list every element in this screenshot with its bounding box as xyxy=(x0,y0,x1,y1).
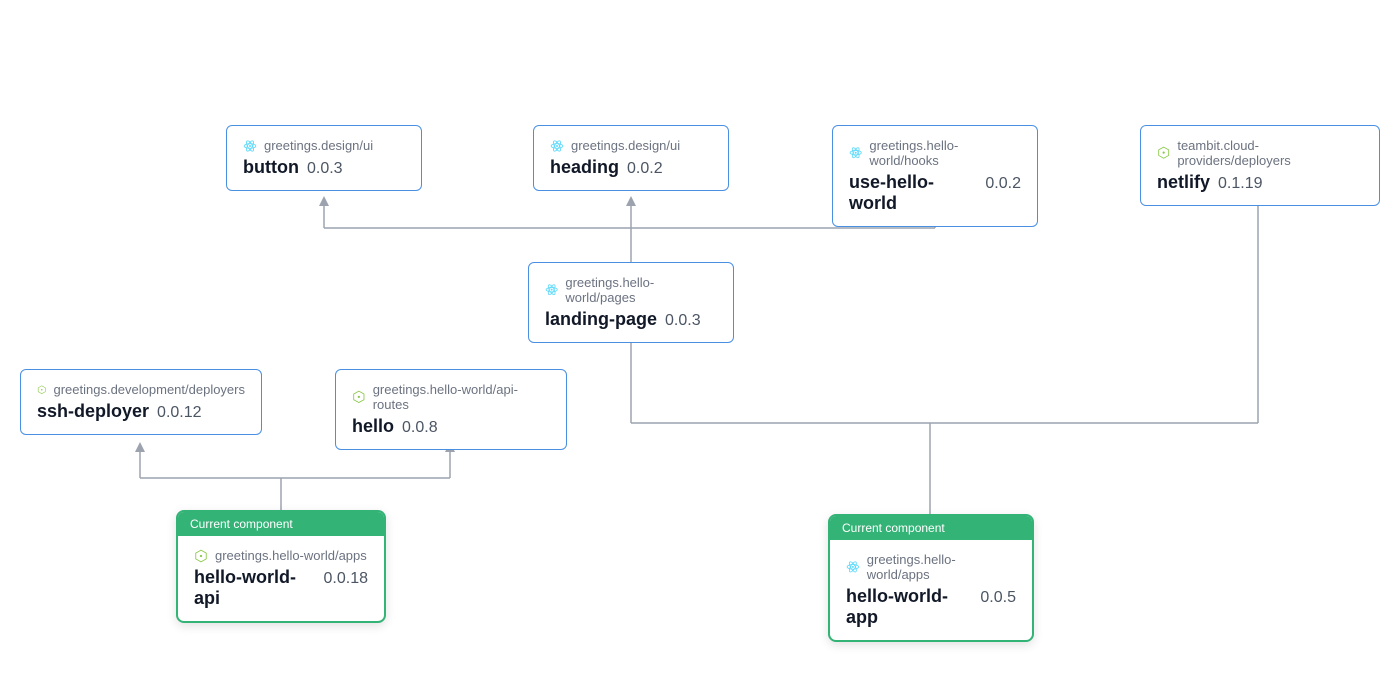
react-icon xyxy=(243,139,257,153)
react-icon xyxy=(846,560,860,574)
node-scope: greetings.hello-world/apps xyxy=(867,552,1016,582)
node-name: use-hello-world xyxy=(849,172,977,214)
node-use-hello-world[interactable]: greetings.hello-world/hooks use-hello-wo… xyxy=(832,125,1038,227)
node-name: hello-world-api xyxy=(194,567,316,609)
node-version: 0.1.19 xyxy=(1218,175,1262,193)
node-netlify[interactable]: teambit.cloud-providers/deployers netlif… xyxy=(1140,125,1380,206)
node-scope: greetings.hello-world/pages xyxy=(565,275,717,305)
node-button[interactable]: greetings.design/ui button 0.0.3 xyxy=(226,125,422,191)
node-scope: greetings.hello-world/apps xyxy=(215,548,367,563)
node-hello[interactable]: greetings.hello-world/api-routes hello 0… xyxy=(335,369,567,450)
node-ssh-deployer[interactable]: greetings.development/deployers ssh-depl… xyxy=(20,369,262,435)
node-version: 0.0.2 xyxy=(627,160,663,178)
node-version: 0.0.12 xyxy=(157,404,201,422)
node-name: heading xyxy=(550,157,619,178)
node-scope: greetings.design/ui xyxy=(571,138,680,153)
nodejs-icon xyxy=(37,383,46,397)
node-version: 0.0.2 xyxy=(985,175,1021,193)
node-name: landing-page xyxy=(545,309,657,330)
node-version: 0.0.8 xyxy=(402,419,438,437)
current-component-header: Current component xyxy=(830,516,1032,540)
dependency-graph: greetings.design/ui button 0.0.3 greetin… xyxy=(0,0,1400,700)
node-version: 0.0.5 xyxy=(980,589,1016,607)
node-scope: greetings.hello-world/hooks xyxy=(869,138,1021,168)
node-scope: greetings.development/deployers xyxy=(53,382,245,397)
node-name: hello-world-app xyxy=(846,586,972,628)
nodejs-icon xyxy=(194,549,208,563)
current-component-header: Current component xyxy=(178,512,384,536)
node-version: 0.0.3 xyxy=(665,312,701,330)
node-name: netlify xyxy=(1157,172,1210,193)
node-name: button xyxy=(243,157,299,178)
node-heading[interactable]: greetings.design/ui heading 0.0.2 xyxy=(533,125,729,191)
node-landing-page[interactable]: greetings.hello-world/pages landing-page… xyxy=(528,262,734,343)
nodejs-icon xyxy=(352,390,366,404)
react-icon xyxy=(550,139,564,153)
current-node-hello-world-api[interactable]: Current component greetings.hello-world/… xyxy=(176,510,386,623)
react-icon xyxy=(849,146,862,160)
node-scope: greetings.hello-world/api-routes xyxy=(373,382,550,412)
node-name: hello xyxy=(352,416,394,437)
react-icon xyxy=(545,283,558,297)
current-node-hello-world-app[interactable]: Current component greetings.hello-world/… xyxy=(828,514,1034,642)
node-version: 0.0.18 xyxy=(324,570,368,588)
node-scope: teambit.cloud-providers/deployers xyxy=(1177,138,1363,168)
node-version: 0.0.3 xyxy=(307,160,343,178)
nodejs-icon xyxy=(1157,146,1170,160)
node-name: ssh-deployer xyxy=(37,401,149,422)
node-scope: greetings.design/ui xyxy=(264,138,373,153)
